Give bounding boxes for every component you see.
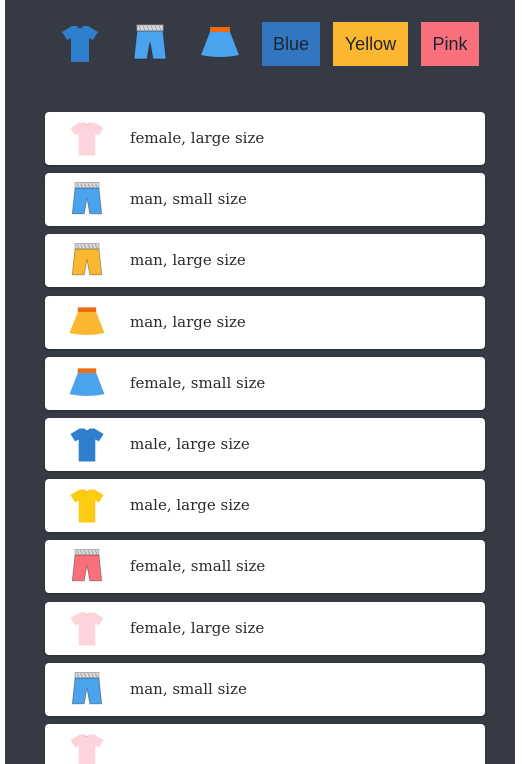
- tshirt-icon: [64, 118, 110, 160]
- shorts-filter-icon[interactable]: [125, 22, 175, 66]
- list-item-label: female, large size: [130, 618, 265, 637]
- list-item-label: female, small size: [130, 557, 266, 576]
- list-item[interactable]: man, large size: [45, 234, 485, 288]
- list-item[interactable]: female, large size: [45, 601, 485, 655]
- tshirt-icon: [64, 485, 110, 527]
- list-item[interactable]: man, small size: [45, 662, 485, 716]
- tshirt-icon: [64, 730, 110, 764]
- list-item-label: man, large size: [130, 251, 246, 270]
- skirt-icon: [201, 27, 239, 57]
- yellow-filter-button[interactable]: Yellow: [333, 22, 408, 66]
- pink-filter-button[interactable]: Pink: [421, 22, 479, 66]
- list-item[interactable]: female, small size: [45, 356, 485, 410]
- list-item[interactable]: man, large size: [45, 295, 485, 349]
- list-item-label: male, large size: [130, 496, 250, 515]
- list-item[interactable]: man, small size: [45, 173, 485, 227]
- list-item[interactable]: male, large size: [45, 417, 485, 471]
- tshirt-icon: [64, 424, 110, 466]
- shorts-icon: [133, 24, 167, 60]
- skirt-filter-icon[interactable]: [195, 22, 245, 66]
- list-item-label: male, large size: [130, 434, 250, 453]
- list-item[interactable]: female, large size: [45, 112, 485, 165]
- app-panel: Blue Yellow Pink female, large size man, …: [5, 0, 515, 764]
- shorts-icon: [64, 240, 110, 282]
- shorts-icon: [64, 179, 110, 221]
- tshirt-icon: [64, 608, 110, 650]
- list-item[interactable]: male, large size: [45, 479, 485, 533]
- list-item[interactable]: female, small size: [45, 540, 485, 594]
- tshirt-icon: [62, 25, 98, 62]
- blue-filter-button[interactable]: Blue: [262, 22, 320, 66]
- list-item-label: man, small size: [130, 190, 247, 209]
- list-item-label: female, large size: [130, 129, 265, 147]
- list-item-label: man, large size: [130, 312, 246, 331]
- skirt-icon: [64, 363, 110, 405]
- list-item-label: man, small size: [130, 679, 247, 698]
- tshirt-filter-icon[interactable]: [55, 22, 105, 66]
- skirt-icon: [64, 302, 110, 344]
- list-item[interactable]: [45, 723, 485, 764]
- list-item-label: female, small size: [130, 373, 266, 392]
- shorts-icon: [64, 669, 110, 711]
- filter-bar: Blue Yellow Pink: [5, 22, 515, 66]
- clothing-list: female, large size man, small size man, la…: [45, 112, 485, 764]
- shorts-icon: [64, 546, 110, 588]
